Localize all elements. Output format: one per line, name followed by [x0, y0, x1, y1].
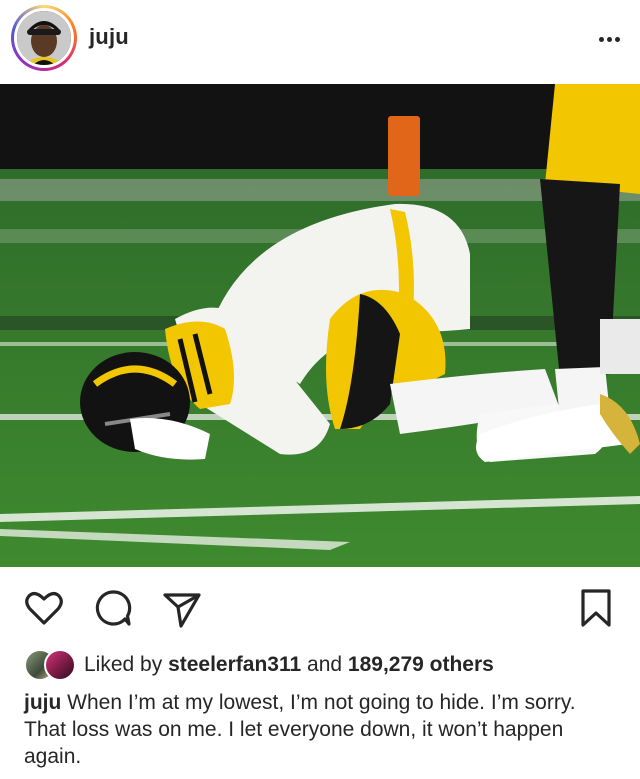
heart-icon[interactable] [22, 586, 66, 630]
post-username[interactable]: juju [89, 24, 129, 50]
more-horizontal-icon[interactable] [596, 26, 620, 47]
comment-icon[interactable] [91, 586, 135, 630]
caption-text: When I’m at my lowest, I’m not going to … [24, 691, 576, 768]
avatar[interactable] [17, 11, 71, 65]
likes-text: Liked by steelerfan311 and 189,279 other… [84, 653, 494, 677]
likes-count[interactable]: 189,279 others [348, 653, 494, 676]
likes-and: and [307, 653, 343, 676]
caption-username[interactable]: juju [24, 691, 61, 714]
liker-username[interactable]: steelerfan311 [168, 653, 301, 676]
caption: juju When I’m at my lowest, I’m not goin… [24, 689, 616, 770]
post-header: juju [0, 0, 640, 84]
likes-prefix: Liked by [84, 653, 163, 676]
post-photo[interactable] [0, 84, 640, 567]
liker-avatar[interactable] [44, 649, 76, 681]
bookmark-icon[interactable] [574, 586, 618, 630]
post-actions [0, 580, 640, 634]
likes-summary: Liked by steelerfan311 and 189,279 other… [24, 648, 494, 682]
story-ring[interactable] [11, 5, 77, 71]
share-icon[interactable] [160, 586, 204, 630]
